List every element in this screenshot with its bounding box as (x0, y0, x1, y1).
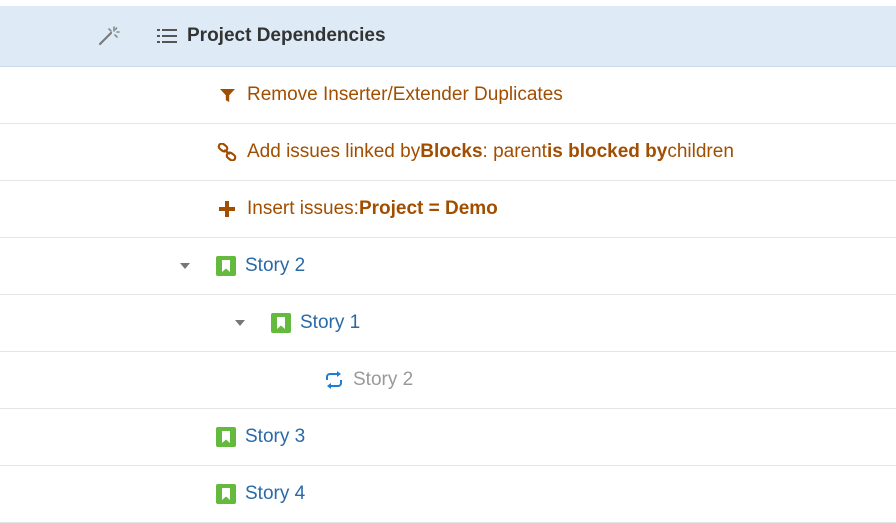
generator-prefix: Insert issues: (247, 198, 359, 219)
generator-row-filter[interactable]: Remove Inserter/Extender Duplicates (0, 67, 896, 124)
link-direction: is blocked by (546, 141, 668, 162)
generator-suffix: children (667, 141, 734, 162)
story-icon (216, 256, 236, 276)
structure-list-icon (157, 28, 177, 44)
issue-row[interactable]: Story 1 (0, 295, 896, 352)
structure-title: Project Dependencies (187, 25, 386, 46)
duplicate-issue-title: Story 2 (353, 369, 414, 390)
link-icon (216, 143, 238, 161)
issue-title-link[interactable]: Story 3 (245, 426, 305, 448)
story-icon (271, 313, 291, 333)
structure-tree: Project Dependencies Remove Inserter/Ext… (0, 0, 896, 523)
issue-title-link[interactable]: Story 4 (245, 483, 305, 505)
generator-label: Remove Inserter/Extender Duplicates (247, 84, 563, 105)
insert-query: Project = Demo (358, 198, 498, 219)
story-icon (216, 427, 236, 447)
link-type: Blocks (420, 141, 483, 162)
expand-toggle-icon[interactable] (233, 319, 247, 327)
issue-title-link[interactable]: Story 1 (300, 312, 360, 334)
issue-title-link[interactable]: Story 2 (245, 255, 305, 277)
magic-wand-icon[interactable] (98, 6, 120, 66)
generator-row-insert[interactable]: Insert issues: Project = Demo (0, 181, 896, 238)
generator-middle: : parent (482, 141, 547, 162)
plus-icon (216, 201, 238, 217)
issue-row[interactable]: Story 2 (0, 238, 896, 295)
cycle-icon (324, 371, 344, 389)
structure-header-row[interactable]: Project Dependencies (0, 6, 896, 67)
issue-row[interactable]: Story 3 (0, 409, 896, 466)
expand-toggle-icon[interactable] (178, 262, 192, 270)
generator-row-link[interactable]: Add issues linked by Blocks: parent is b… (0, 124, 896, 181)
issue-row[interactable]: Story 4 (0, 466, 896, 523)
generator-prefix: Add issues linked by (247, 141, 421, 162)
issue-row-duplicate[interactable]: Story 2 (0, 352, 896, 409)
story-icon (216, 484, 236, 504)
filter-icon (216, 88, 238, 103)
